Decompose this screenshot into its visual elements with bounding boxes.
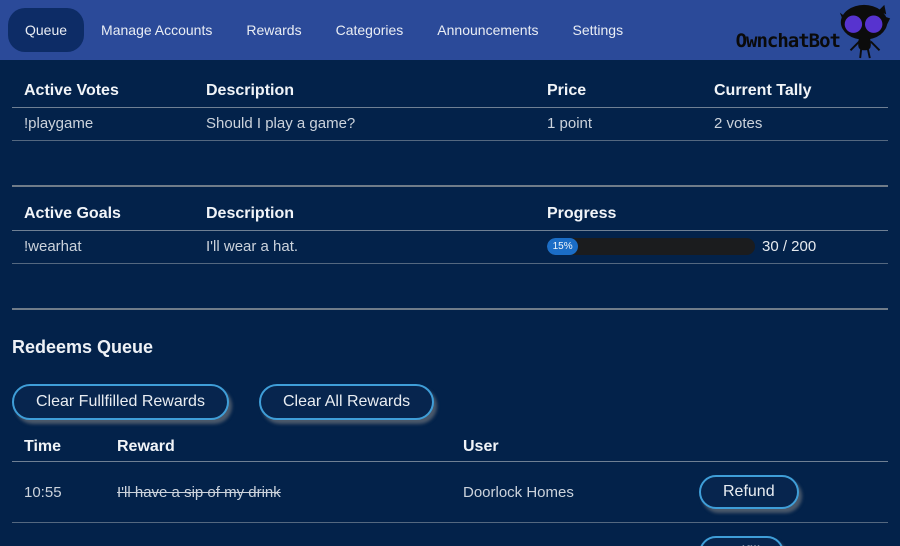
active-votes-table: Active Votes Description Price Current T…	[12, 78, 888, 141]
tab-settings[interactable]: Settings	[555, 8, 640, 52]
progress-count-label: 30 / 200	[762, 238, 816, 255]
votes-header-description: Description	[194, 78, 535, 108]
redeems-header-reward: Reward	[105, 436, 451, 462]
redeem-reward: I'll have a sip of my drink	[105, 523, 451, 546]
goal-description: I'll wear a hat.	[194, 231, 535, 264]
redeem-row: 12:10 I'll have a sip of my drink Cornel…	[12, 523, 888, 546]
top-nav: Queue Manage Accounts Rewards Categories…	[0, 0, 900, 60]
clear-fulfilled-rewards-button[interactable]: Clear Fullfilled Rewards	[12, 384, 229, 420]
goals-header-command: Active Goals	[12, 201, 194, 231]
goal-progress: 15% 30 / 200	[547, 238, 876, 255]
tab-queue[interactable]: Queue	[8, 8, 84, 52]
refund-button[interactable]: Refund	[699, 475, 799, 509]
goals-header-description: Description	[194, 201, 535, 231]
goals-header-progress: Progress	[535, 201, 888, 231]
progress-bar-track: 15%	[547, 238, 755, 255]
tab-manage-accounts[interactable]: Manage Accounts	[84, 8, 229, 52]
redeems-toolbar: Clear Fullfilled Rewards Clear All Rewar…	[12, 384, 888, 420]
progress-bar-fill: 15%	[547, 238, 578, 255]
redeem-time: 10:55	[12, 462, 105, 523]
vote-price: 1 point	[535, 108, 702, 141]
redeem-reward: I'll have a sip of my drink	[105, 462, 451, 523]
redeems-queue-title: Redeems Queue	[12, 337, 888, 358]
votes-header-command: Active Votes	[12, 78, 194, 108]
tab-rewards[interactable]: Rewards	[229, 8, 318, 52]
redeem-user: Cornelius Burns	[451, 523, 687, 546]
tab-announcements[interactable]: Announcements	[420, 8, 555, 52]
redeems-queue-table: Time Reward User 10:55 I'll have a sip o…	[12, 436, 888, 546]
main-content: Active Votes Description Price Current T…	[0, 60, 900, 546]
vote-command: !playgame	[12, 108, 194, 141]
vote-description: Should I play a game?	[194, 108, 535, 141]
section-divider	[12, 308, 888, 310]
redeems-header-user: User	[451, 436, 687, 462]
section-divider	[12, 185, 888, 187]
robot-mascot-icon	[836, 1, 894, 59]
redeems-header-actions	[687, 436, 888, 462]
goal-row: !wearhat I'll wear a hat. 15% 30 / 200	[12, 231, 888, 264]
votes-header-tally: Current Tally	[702, 78, 888, 108]
vote-tally: 2 votes	[702, 108, 888, 141]
app-logo-text: OwnchatBot	[736, 30, 840, 52]
vote-row: !playgame Should I play a game? 1 point …	[12, 108, 888, 141]
tab-categories[interactable]: Categories	[319, 8, 421, 52]
votes-header-price: Price	[535, 78, 702, 108]
fulfill-button[interactable]: Fulfill	[699, 536, 784, 546]
redeem-time: 12:10	[12, 523, 105, 546]
clear-all-rewards-button[interactable]: Clear All Rewards	[259, 384, 434, 420]
active-goals-table: Active Goals Description Progress !wearh…	[12, 201, 888, 264]
redeems-header-time: Time	[12, 436, 105, 462]
app-logo: OwnchatBot	[736, 0, 894, 60]
progress-percent-badge: 15%	[553, 241, 573, 252]
goal-command: !wearhat	[12, 231, 194, 264]
redeem-user: Doorlock Homes	[451, 462, 687, 523]
redeem-row: 10:55 I'll have a sip of my drink Doorlo…	[12, 462, 888, 523]
